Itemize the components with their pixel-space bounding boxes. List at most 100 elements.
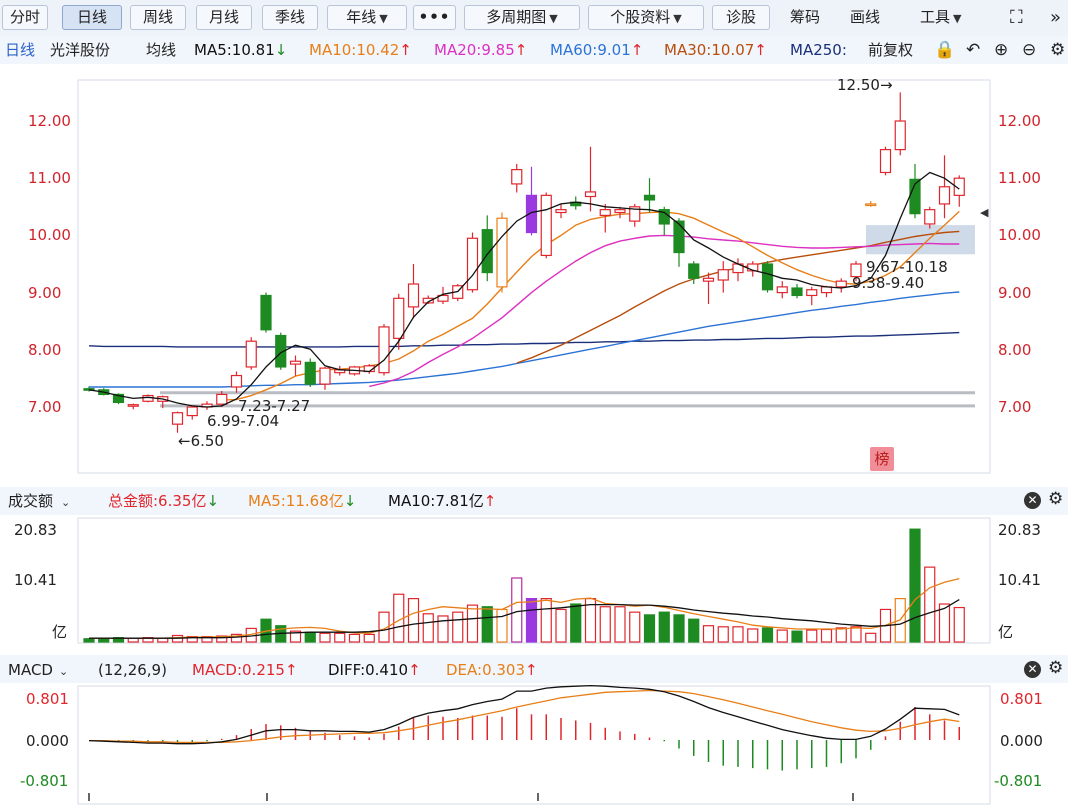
volume-bar xyxy=(820,628,833,643)
close-panel-icon[interactable]: ✕ xyxy=(1024,661,1041,678)
volume-title: 成交额 xyxy=(8,492,54,510)
tools-dropdown[interactable]: 工具 ▼ xyxy=(920,5,961,30)
diff-value: DIFF:0.410↑ xyxy=(328,661,421,679)
tab-weekly[interactable]: 周线 xyxy=(130,5,186,30)
volume-bar xyxy=(761,627,774,643)
volume-y-unit-right: 亿 xyxy=(998,623,1014,641)
price-y-tick-left: 12.00 xyxy=(28,112,71,130)
settings-icon[interactable]: ⚙ xyxy=(1050,41,1065,59)
undo-icon[interactable]: ↶ xyxy=(966,41,980,59)
arrow-up-icon: ↑ xyxy=(630,41,644,59)
volume-bar xyxy=(511,577,523,643)
volume-bar xyxy=(924,566,936,643)
price-y-tick-right: 11.00 xyxy=(998,169,1041,188)
ma20-value: MA20:9.85↑ xyxy=(434,41,527,59)
volume-bar xyxy=(363,633,375,643)
more-button[interactable]: ••• xyxy=(413,5,456,30)
adjust-mode[interactable]: 前复权 xyxy=(868,41,913,59)
ma250-line xyxy=(88,331,960,348)
volume-bar xyxy=(466,604,479,643)
arrow-down-icon: ↓ xyxy=(343,492,357,510)
tab-monthly[interactable]: 月线 xyxy=(196,5,252,30)
tab-daily[interactable]: 日线 xyxy=(62,5,122,30)
volume-indicator-select[interactable]: 成交额 ⌄ xyxy=(8,492,70,512)
ma60-line xyxy=(89,291,960,388)
fullscreen-icon[interactable]: ⛶ xyxy=(1010,5,1023,30)
zoom-out-icon[interactable]: ⊖ xyxy=(1022,41,1036,59)
tab-quarterly[interactable]: 季线 xyxy=(262,5,318,30)
volume-bar xyxy=(481,606,493,643)
resistance-zone-lower-label: 9.38-9.40 xyxy=(852,274,925,292)
multi-period-label: 多周期图 xyxy=(486,8,547,26)
arrow-down-icon: ↓ xyxy=(274,41,288,59)
high-price-label: 12.50→ xyxy=(837,76,893,94)
macd-value: MACD:0.215↑ xyxy=(192,661,298,679)
volume-ma10-text: MA10:7.81亿 xyxy=(388,492,484,510)
macd-indicator-select[interactable]: MACD ⌄ xyxy=(8,661,68,681)
ma250-value: MA250: xyxy=(790,41,847,59)
ranking-badge[interactable]: 榜 xyxy=(870,447,894,471)
current-price-pointer-icon: ◀ xyxy=(980,206,989,219)
stock-info-label: 个股资料 xyxy=(610,8,671,26)
arrow-up-icon: ↑ xyxy=(754,41,767,59)
period-toolbar: 分时 日线 周线 月线 季线 年线 ▼ ••• 多周期图 ▼ 个股资料 ▼ 诊股 筹码… xyxy=(0,0,1068,37)
macd-y-tick-zero-right: 0.000 xyxy=(1000,732,1043,750)
period-label: 日线 xyxy=(5,41,36,59)
volume-bar xyxy=(452,611,464,643)
candle-body xyxy=(555,209,567,214)
diagnose-button[interactable]: 诊股 xyxy=(712,5,770,30)
volume-bar xyxy=(496,608,508,643)
stock-info-dropdown[interactable]: 个股资料 ▼ xyxy=(588,5,704,30)
candle-body xyxy=(791,287,803,297)
macd-y-tick-min: -0.801 xyxy=(20,772,69,790)
close-panel-icon[interactable]: ✕ xyxy=(1024,492,1041,509)
candle-body xyxy=(673,220,685,254)
candle-body xyxy=(466,237,479,291)
candle-body xyxy=(511,169,523,185)
lock-icon[interactable]: 🔒 xyxy=(934,41,955,59)
volume-chart[interactable] xyxy=(0,515,1068,645)
volume-bar xyxy=(629,611,641,643)
settings-icon[interactable]: ⚙ xyxy=(1048,659,1063,677)
candle-body xyxy=(599,209,611,216)
volume-bar xyxy=(422,613,434,643)
candle-body xyxy=(216,393,228,405)
resistance-zone xyxy=(866,225,975,255)
candle-body xyxy=(584,191,597,198)
settings-icon[interactable]: ⚙ xyxy=(1048,490,1063,508)
multi-period-dropdown[interactable]: 多周期图 ▼ xyxy=(464,5,580,30)
volume-y-tick-mid: 10.41 xyxy=(14,571,57,589)
volume-ma10: MA10:7.81亿↑ xyxy=(388,492,496,510)
price-y-tick-left: 11.00 xyxy=(28,169,71,188)
volume-bar xyxy=(865,632,877,643)
macd-y-tick-max-right: 0.801 xyxy=(1000,690,1043,708)
ma20-text: MA20:9.85 xyxy=(434,41,515,59)
ma5-text: MA5:10.81 xyxy=(194,41,275,59)
macd-value-text: MACD:0.215 xyxy=(192,661,285,679)
chips-button[interactable]: 筹码 xyxy=(790,5,820,30)
price-y-tick-right: 8.00 xyxy=(998,340,1032,359)
volume-y-unit: 亿 xyxy=(52,623,68,641)
tab-yearly-label: 年线 xyxy=(346,8,377,26)
candle-body xyxy=(496,217,508,288)
ma30-value: MA30:10.07↑ xyxy=(664,41,767,59)
volume-bar xyxy=(791,630,803,643)
ma30-text: MA30:10.07 xyxy=(664,41,755,59)
zoom-in-icon[interactable]: ⊕ xyxy=(994,41,1008,59)
volume-bar xyxy=(83,638,95,643)
avg-line-label[interactable]: 均线 xyxy=(146,41,176,59)
macd-chart[interactable] xyxy=(0,683,1068,805)
price-y-tick-left: 10.00 xyxy=(28,226,71,245)
tab-intraday[interactable]: 分时 xyxy=(2,5,48,30)
low-price-label: ←6.50 xyxy=(178,432,224,450)
volume-bar xyxy=(717,626,729,643)
draw-line-button[interactable]: 画线 xyxy=(850,5,880,30)
chevron-down-icon: ▼ xyxy=(549,12,558,25)
candle-body xyxy=(127,404,139,407)
double-chevron-right-icon[interactable]: » xyxy=(1050,5,1061,30)
volume-bar xyxy=(850,626,862,643)
tab-yearly[interactable]: 年线 ▼ xyxy=(327,5,407,30)
volume-total-text: 总金额:6.35亿 xyxy=(108,492,207,510)
candle-body xyxy=(879,148,892,174)
candle-body xyxy=(393,297,405,339)
